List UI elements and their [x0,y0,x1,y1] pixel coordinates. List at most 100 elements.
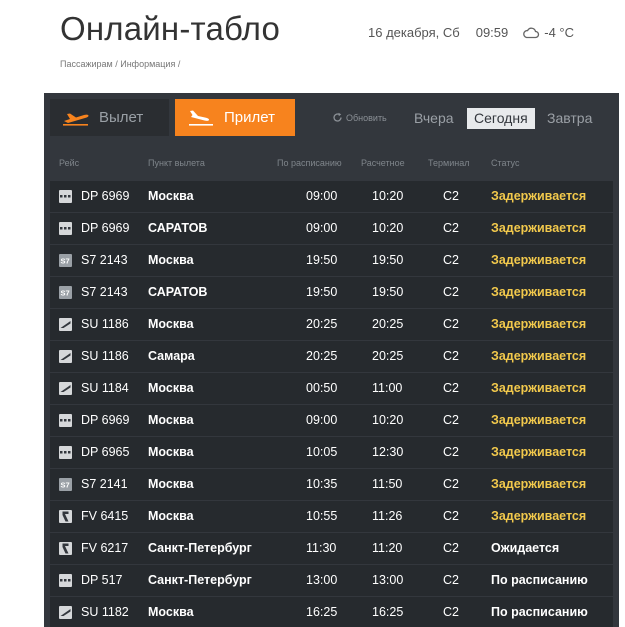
airline-logo-icon [59,318,72,331]
svg-text:S7: S7 [61,257,70,266]
flight-row[interactable]: DP 6965 Москва 10:05 12:30 C2 Задерживается [50,437,613,468]
estimated-time: 10:20 [372,413,404,427]
terminal: C2 [443,573,459,587]
flight-row[interactable]: S7 S7 2143 САРАТОВ 19:50 19:50 C2 Задерживаетс… [50,277,613,308]
estimated-time: 13:00 [372,573,404,587]
column-scheduled: По расписанию [277,158,342,168]
flight-row[interactable]: SU 1184 Москва 00:50 11:00 C2 Задерживается [50,373,613,404]
flight-status: Задерживается [491,317,587,331]
breadcrumb[interactable]: Пассажирам / Информация / [60,59,180,69]
scheduled-time: 10:35 [306,477,338,491]
flight-row[interactable]: DP 6969 Москва 09:00 10:20 C2 Задерживается [50,181,613,212]
origin-city: Москва [148,477,194,491]
day-yesterday-button[interactable]: Вчера [407,108,461,129]
flight-status: Задерживается [491,381,587,395]
refresh-icon [333,112,342,122]
flight-row[interactable]: DP 6969 Москва 09:00 10:20 C2 Задерживается [50,405,613,436]
cloud-icon [523,27,540,39]
estimated-time: 10:20 [372,189,404,203]
flight-row[interactable]: DP 517 Санкт-Петербург 13:00 13:00 C2 По расп… [50,565,613,596]
scheduled-time: 09:00 [306,413,338,427]
estimated-time: 16:25 [372,605,404,619]
flight-number: S7 2141 [81,477,128,491]
scheduled-time: 00:50 [306,381,338,395]
airline-logo-icon: S7 [59,478,72,491]
page-title: Онлайн-табло [60,10,281,47]
terminal: C2 [443,509,459,523]
day-today-button[interactable]: Сегодня [467,108,535,129]
airline-logo-icon [59,190,72,203]
flight-number: S7 2143 [81,253,128,267]
terminal: C2 [443,349,459,363]
airline-logo-icon [59,414,72,427]
terminal: C2 [443,413,459,427]
flight-status: Ожидается [491,541,560,555]
flight-row[interactable]: FV 6415 Москва 10:55 11:26 C2 Задерживается [50,501,613,532]
flight-number: S7 2143 [81,285,128,299]
terminal: C2 [443,445,459,459]
flight-row[interactable]: DP 6969 САРАТОВ 09:00 10:20 C2 Задерживается [50,213,613,244]
flight-number: DP 517 [81,573,123,587]
airline-logo-icon: S7 [59,254,72,267]
column-status: Статус [491,158,520,168]
estimated-time: 11:20 [372,541,403,555]
flight-number: FV 6415 [81,509,129,523]
origin-city: Москва [148,317,194,331]
flight-row[interactable]: S7 S7 2141 Москва 10:35 11:50 C2 Задерживается [50,469,613,500]
estimated-time: 11:50 [372,477,403,491]
flight-number: DP 6969 [81,221,130,235]
weather: -4 °C [522,25,574,40]
flight-row[interactable]: SU 1186 Москва 20:25 20:25 C2 Задерживается [50,309,613,340]
flight-row[interactable]: S7 S7 2143 Москва 19:50 19:50 C2 Задерживается [50,245,613,276]
terminal: C2 [443,189,459,203]
airline-logo-icon [59,350,72,363]
flight-number: DP 6969 [81,189,130,203]
origin-city: Москва [148,253,194,267]
current-date: 16 декабря, Сб [368,25,460,40]
flight-number: SU 1186 [81,349,129,363]
flight-board: Вылет Прилет Обновить Вчера Сегодня Завт… [44,93,619,627]
flight-status: Задерживается [491,413,587,427]
flight-row[interactable]: SU 1182 Москва 16:25 16:25 C2 По расписанию [50,597,613,627]
flight-status: Задерживается [491,445,587,459]
estimated-time: 20:25 [372,317,404,331]
estimated-time: 11:26 [372,509,403,523]
flight-number: FV 6217 [81,541,129,555]
svg-text:S7: S7 [61,481,70,490]
flight-status: Задерживается [491,477,587,491]
origin-city: САРАТОВ [148,285,208,299]
tab-departure[interactable]: Вылет [50,99,169,136]
header-meta: 16 декабря, Сб 09:59 -4 °C [368,25,574,40]
flight-number: DP 6969 [81,413,130,427]
origin-city: Санкт-Петербург [148,541,252,555]
scheduled-time: 10:55 [306,509,338,523]
flight-row[interactable]: SU 1186 Самара 20:25 20:25 C2 Задерживается [50,341,613,372]
scheduled-time: 19:50 [306,253,338,267]
scheduled-time: 20:25 [306,349,338,363]
flight-status: Задерживается [491,189,587,203]
scheduled-time: 16:25 [306,605,338,619]
airline-logo-icon [59,606,72,619]
flight-status: По расписанию [491,605,588,619]
terminal: C2 [443,317,459,331]
terminal: C2 [443,285,459,299]
origin-city: Москва [148,381,194,395]
flight-status: По расписанию [491,573,588,587]
scheduled-time: 11:30 [306,541,337,555]
flight-row[interactable]: FV 6217 Санкт-Петербург 11:30 11:20 C2 Ожидае… [50,533,613,564]
flight-status: Задерживается [491,509,587,523]
tab-arrival[interactable]: Прилет [175,99,295,136]
estimated-time: 12:30 [372,445,404,459]
airline-logo-icon [59,382,72,395]
origin-city: Самара [148,349,195,363]
origin-city: Москва [148,445,194,459]
scheduled-time: 19:50 [306,285,338,299]
day-tomorrow-button[interactable]: Завтра [540,108,599,129]
estimated-time: 11:00 [372,381,403,395]
refresh-button[interactable]: Обновить [332,112,387,123]
current-time: 09:59 [475,25,509,40]
estimated-time: 19:50 [372,253,404,267]
airline-logo-icon [59,510,72,523]
svg-text:S7: S7 [61,289,70,298]
estimated-time: 10:20 [372,221,404,235]
